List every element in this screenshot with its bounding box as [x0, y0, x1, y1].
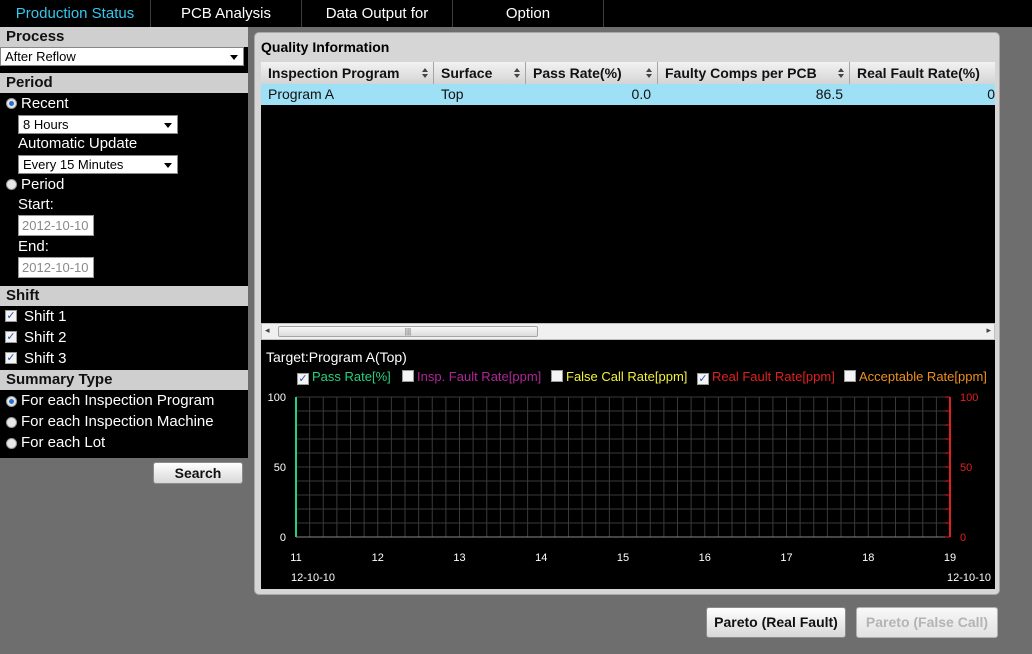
col-faulty-comps[interactable]: Faulty Comps per PCB — [658, 62, 850, 84]
summary-machine-label: For each Inspection Machine — [21, 413, 214, 430]
table-header: Inspection Program Surface Pass Rate(%) … — [261, 62, 995, 84]
x-tick-label: 14 — [535, 552, 547, 564]
search-button[interactable]: Search — [153, 462, 243, 484]
shift-2-checkbox[interactable]: ✓ — [5, 331, 17, 343]
trend-chart: Target:Program A(Top) ✓ Pass Rate[%] Insp… — [261, 347, 995, 589]
tab-production-status[interactable]: Production Status — [0, 0, 151, 27]
scroll-left-icon[interactable]: ◂ — [265, 325, 270, 336]
col-surface[interactable]: Surface — [434, 62, 526, 84]
auto-update-select[interactable]: Every 15 Minutes — [18, 155, 178, 174]
process-select-value: After Reflow — [5, 49, 76, 64]
summary-program-label: For each Inspection Program — [21, 392, 215, 409]
period-label: Period — [21, 176, 65, 193]
cell-program: Program A — [268, 86, 335, 102]
process-heading: Process — [0, 27, 248, 47]
end-label: End: — [18, 238, 49, 255]
col-inspection-program[interactable]: Inspection Program — [261, 62, 434, 84]
table-horizontal-scrollbar[interactable]: ◂ ||| ▸ — [261, 323, 995, 340]
col-label: Pass Rate(%) — [533, 65, 622, 81]
scrollbar-thumb[interactable]: ||| — [278, 326, 538, 337]
tab-data-output[interactable]: Data Output for Report — [302, 0, 453, 49]
shift-3-checkbox[interactable]: ✓ — [5, 352, 17, 364]
summary-program-radio[interactable] — [6, 396, 17, 407]
chevron-down-icon — [164, 123, 172, 128]
top-nav: Production Status PCB Analysis Data Outp… — [0, 0, 1032, 49]
quality-title: Quality Information — [261, 39, 390, 55]
sort-icon — [422, 68, 428, 78]
cell-pass-rate: 0.0 — [631, 86, 651, 102]
x-tick-label: 15 — [617, 552, 629, 564]
chart-plot-area: 0 50 100 0 50 100 11 12 13 14 15 16 17 18 19 12-10-10 12… — [268, 392, 991, 584]
sort-icon — [646, 68, 652, 78]
recent-radio[interactable] — [6, 98, 17, 109]
process-select[interactable]: After Reflow — [0, 47, 244, 66]
shift-1-label: Shift 1 — [24, 308, 67, 325]
auto-update-select-value: Every 15 Minutes — [23, 157, 124, 172]
x-end-date-label: 12-10-10 — [947, 572, 991, 584]
shift-3-label: Shift 3 — [24, 350, 67, 367]
col-label: Faulty Comps per PCB — [665, 65, 817, 81]
recent-select-value: 8 Hours — [23, 117, 69, 132]
start-label: Start: — [18, 196, 54, 213]
y-right-tick-label: 50 — [960, 462, 972, 474]
summary-lot-label: For each Lot — [21, 434, 106, 451]
chevron-down-icon — [230, 55, 238, 60]
col-real-fault-rate[interactable]: Real Fault Rate(%) — [850, 62, 995, 84]
quality-table: Inspection Program Surface Pass Rate(%) … — [261, 62, 995, 355]
x-tick-label: 11 — [290, 552, 301, 564]
sidebar: Process After Reflow Period Recent 8 Hou… — [0, 27, 248, 654]
y-left-tick-label: 100 — [268, 392, 286, 404]
x-tick-label: 19 — [944, 552, 956, 564]
y-left-tick-label: 0 — [280, 532, 286, 544]
recent-label: Recent — [21, 95, 69, 112]
summary-lot-radio[interactable] — [6, 438, 17, 449]
x-start-date-label: 12-10-10 — [291, 572, 335, 584]
chevron-down-icon — [164, 163, 172, 168]
y-left-tick-label: 50 — [274, 462, 286, 474]
x-tick-label: 18 — [862, 552, 874, 564]
scroll-right-icon[interactable]: ▸ — [986, 325, 991, 336]
sort-icon — [838, 68, 844, 78]
auto-update-label: Automatic Update — [18, 135, 138, 152]
shift-1-checkbox[interactable]: ✓ — [5, 310, 17, 322]
col-label: Inspection Program — [268, 65, 400, 81]
summary-machine-radio[interactable] — [6, 417, 17, 428]
pareto-false-call-button[interactable]: Pareto (False Call) — [856, 607, 998, 638]
recent-select[interactable]: 8 Hours — [18, 115, 178, 134]
cell-real-fault: 0 — [987, 86, 995, 102]
y-right-tick-label: 0 — [960, 532, 966, 544]
y-right-tick-label: 100 — [960, 392, 978, 404]
shift-2-label: Shift 2 — [24, 329, 67, 346]
summary-type-heading: Summary Type — [0, 370, 248, 390]
cell-surface: Top — [441, 86, 464, 102]
col-pass-rate[interactable]: Pass Rate(%) — [526, 62, 658, 84]
x-tick-label: 12 — [372, 552, 384, 564]
col-label: Surface — [441, 65, 493, 81]
period-heading: Period — [0, 73, 248, 93]
end-date-input[interactable]: 2012-10-10 — [18, 257, 94, 278]
quality-panel: Quality Information Inspection Program S… — [254, 32, 1000, 595]
tab-pcb-analysis[interactable]: PCB Analysis — [151, 0, 302, 27]
table-row[interactable]: Program A Top 0.0 86.5 0 — [261, 84, 995, 105]
period-radio[interactable] — [6, 179, 17, 190]
start-date-input[interactable]: 2012-10-10 — [18, 215, 94, 236]
shift-heading: Shift — [0, 286, 248, 306]
x-tick-label: 17 — [780, 552, 792, 564]
x-tick-label: 13 — [453, 552, 465, 564]
col-label: Real Fault Rate(%) — [857, 65, 980, 81]
x-tick-label: 16 — [699, 552, 711, 564]
sort-icon — [514, 68, 520, 78]
sidebar-footer — [0, 458, 248, 654]
tab-option[interactable]: Option — [453, 0, 604, 27]
cell-faulty-comps: 86.5 — [815, 86, 843, 102]
pareto-real-fault-button[interactable]: Pareto (Real Fault) — [706, 607, 846, 638]
